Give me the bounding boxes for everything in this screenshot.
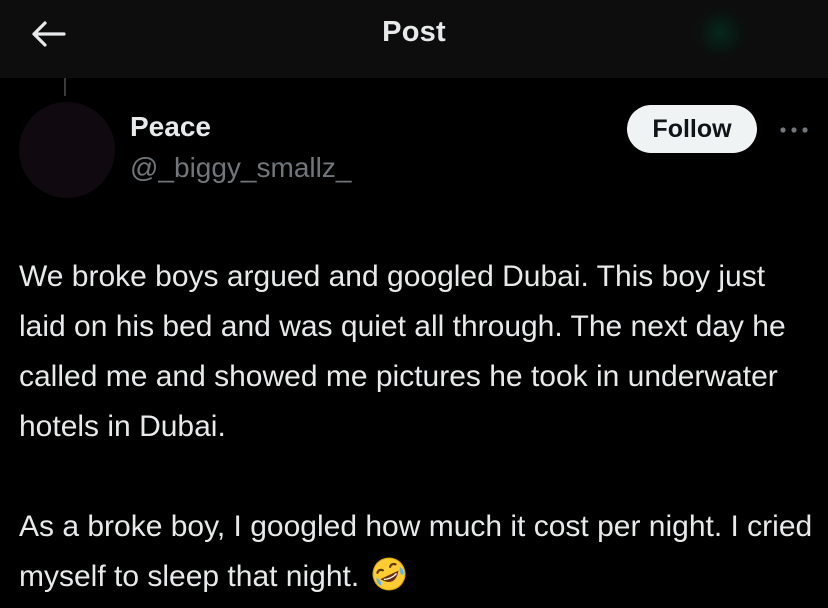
author-handle[interactable]: @_biggy_smallz_ [130, 152, 351, 184]
post-body: We broke boys argued and googled Dubai. … [19, 252, 819, 602]
author-display-name[interactable]: Peace [130, 111, 211, 143]
follow-button[interactable]: Follow [627, 105, 757, 153]
more-horizontal-icon [780, 127, 808, 133]
top-app-bar: Post [0, 0, 828, 78]
header-background-glow [690, 8, 750, 58]
rolling-on-the-floor-laughing-emoji-icon [372, 557, 406, 591]
post-paragraph-text: As a broke boy, I googled how much it co… [19, 510, 813, 593]
avatar[interactable] [19, 102, 115, 198]
more-options-button[interactable] [772, 112, 816, 148]
post-paragraph: We broke boys argued and googled Dubai. … [19, 260, 786, 443]
thread-connector-line [64, 78, 66, 96]
post-paragraph: As a broke boy, I googled how much it co… [19, 502, 819, 602]
